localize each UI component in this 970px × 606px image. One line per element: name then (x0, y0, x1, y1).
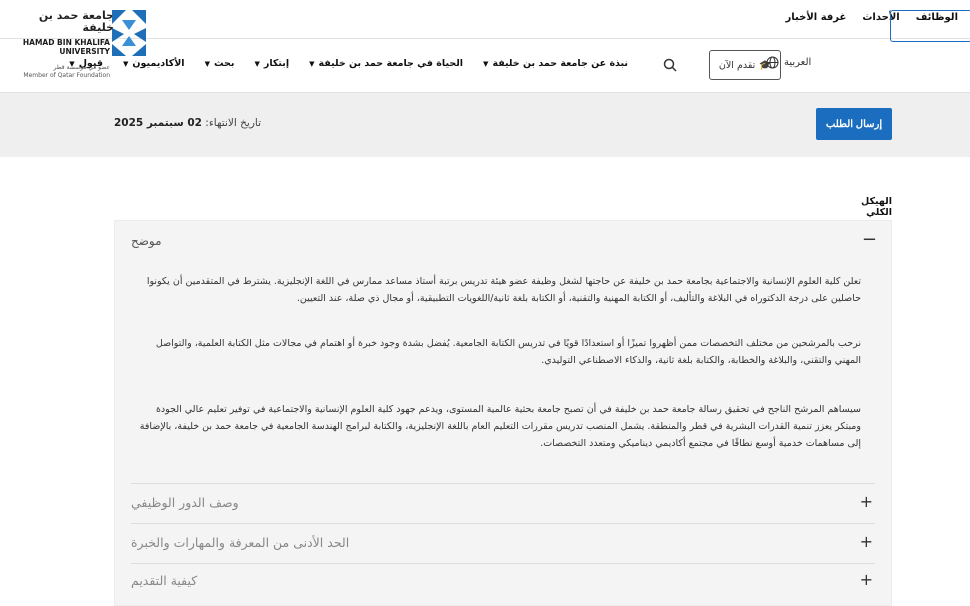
section-title: الهيكل الكلي (861, 196, 892, 218)
apply-now-label: تقدم الآن (718, 59, 756, 71)
search-icon[interactable] (663, 58, 677, 72)
menu-item-academics[interactable]: الأكاديميون ▼ (123, 58, 185, 69)
divider (131, 523, 875, 524)
caret-down-icon: ▼ (309, 59, 315, 68)
caret-down-icon: ▼ (69, 59, 75, 68)
menu-item-about[interactable]: نبذة عن جامعة حمد بن خليفة ▼ (483, 58, 628, 69)
globe-icon (766, 56, 779, 69)
logo-mark-icon (112, 10, 146, 56)
divider (131, 563, 875, 564)
summary-paragraph-3: سيساهم المرشح الناجح في تحقيق رسالة جامع… (139, 404, 861, 449)
menu-item-innovation[interactable]: إبتكار ▼ (254, 58, 289, 69)
accordion-header-summary[interactable]: موضح − (115, 221, 893, 261)
summary-paragraph-2: نرحب بالمرشحين من مختلف التخصصات ممن أظه… (155, 338, 861, 366)
caret-down-icon: ▼ (204, 59, 210, 68)
submit-application-button[interactable]: إرسال الطلب (816, 108, 892, 140)
language-switcher[interactable]: العربية (766, 56, 811, 69)
collapse-icon[interactable]: − (862, 229, 877, 250)
expand-icon[interactable]: + (860, 532, 873, 551)
logo-arabic-name: جامعة حمد بن خليفة (38, 9, 114, 34)
deadline-label: تاريخ الانتهاء: (205, 117, 262, 129)
caret-down-icon: ▼ (254, 59, 260, 68)
university-logo[interactable]: جامعة حمد بن خليفة HAMAD BIN KHALIFA UNI… (12, 8, 152, 88)
accordion-label-requirements[interactable]: الحد الأدنى من المعرفة والمهارات والخبرة (131, 535, 349, 550)
header-action-button[interactable] (890, 10, 970, 42)
accordion-label-how-to-apply[interactable]: كيفية التقديم (131, 573, 197, 588)
accordion-label-role[interactable]: وصف الدور الوظيفي (131, 495, 239, 510)
language-label: العربية (784, 57, 812, 68)
expand-icon[interactable]: + (860, 492, 873, 511)
accordion-label: موضح (131, 234, 162, 248)
expand-icon[interactable]: + (860, 570, 873, 589)
menu-item-research[interactable]: بحث ▼ (205, 58, 235, 69)
logo-english-name: HAMAD BIN KHALIFA UNIVERSITY (22, 38, 110, 56)
caret-down-icon: ▼ (483, 59, 489, 68)
summary-paragraph-1: تعلن كلية العلوم الإنسانية والاجتماعية ب… (146, 276, 861, 304)
deadline: تاريخ الانتهاء: 02 سبتمبر 2025 (114, 117, 261, 129)
menu-item-life[interactable]: الحياة في جامعة حمد بن خليفة ▼ (309, 58, 463, 69)
menu-item-admissions[interactable]: قبول ▼ (69, 58, 103, 69)
job-accordion: موضح − تعلن كلية العلوم الإنسانية والاجت… (114, 220, 892, 606)
main-menu: نبذة عن جامعة حمد بن خليفة ▼ الحياة في جا… (69, 58, 628, 69)
divider (131, 483, 875, 484)
deadline-value: 02 سبتمبر 2025 (114, 117, 202, 129)
logo-member-en: Member of Qatar Foundation (23, 72, 110, 79)
caret-down-icon: ▼ (123, 59, 129, 68)
nav-newsroom[interactable]: غرفة الأخبار (786, 12, 847, 23)
